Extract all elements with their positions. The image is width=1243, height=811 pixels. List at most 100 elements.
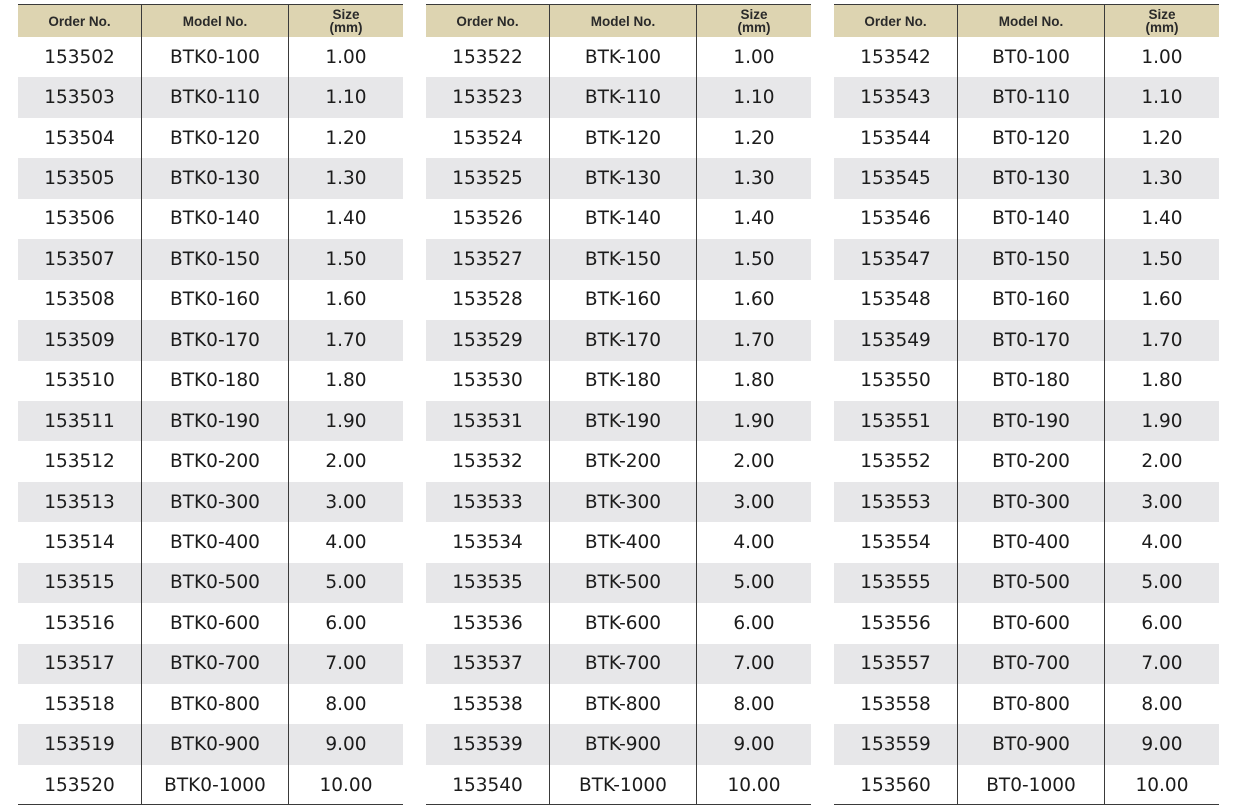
table-header: Order No. Model No. Size (mm) (18, 4, 403, 37)
order-number: 153555 (860, 572, 931, 594)
model-number: BT0-500 (957, 562, 1104, 604)
table-row: 153524 BTK-120 1.20 (426, 117, 811, 159)
table-row: 153558 BT0-800 8.00 (834, 684, 1219, 725)
model-number: BTK0-900 (141, 724, 288, 765)
order-number: 153509 (44, 329, 115, 351)
model-number: BT0-300 (957, 481, 1104, 523)
table-row: 153547 BT0-150 1.50 (834, 239, 1219, 280)
order-number: 153507 (44, 248, 115, 270)
model-number: BTK0-120 (141, 117, 288, 159)
model-number: BTK-1000 (549, 764, 696, 806)
table-row: 153543 BT0-110 1.10 (834, 77, 1219, 118)
table-row: 153512 BTK0-200 2.00 (18, 441, 403, 482)
header-size: Size (mm) (696, 5, 811, 37)
table-row: 153540 BTK-1000 10.00 (426, 764, 811, 806)
order-number: 153548 (860, 289, 931, 311)
model-number: BTK-400 (549, 522, 696, 563)
order-number: 153560 (860, 774, 931, 796)
model-number: BTK-150 (549, 239, 696, 280)
model-number: BTK-100 (549, 37, 696, 78)
table-row: 153533 BTK-300 3.00 (426, 481, 811, 523)
order-number: 153533 (452, 491, 523, 513)
size-value: 1.40 (288, 198, 403, 240)
table-row: 153539 BTK-900 9.00 (426, 724, 811, 765)
table-row: 153557 BT0-700 7.00 (834, 643, 1219, 684)
order-number: 153525 (452, 168, 523, 190)
model-number: BT0-200 (957, 441, 1104, 482)
model-number: BTK0-500 (141, 562, 288, 604)
size-value: 1.20 (696, 117, 811, 159)
table-row: 153532 BTK-200 2.00 (426, 441, 811, 482)
size-value: 1.20 (288, 117, 403, 159)
table-row: 153510 BTK0-180 1.80 (18, 360, 403, 401)
model-number: BTK-130 (549, 158, 696, 199)
table-row: 153537 BTK-700 7.00 (426, 643, 811, 684)
order-number: 153524 (452, 127, 523, 149)
size-value: 1.10 (696, 77, 811, 118)
size-value: 10.00 (1104, 764, 1219, 806)
header-size: Size (mm) (1104, 5, 1219, 37)
order-number: 153547 (860, 248, 931, 270)
header-size-unit: (mm) (737, 20, 771, 35)
table-row: 153545 BT0-130 1.30 (834, 158, 1219, 199)
table-row: 153530 BTK-180 1.80 (426, 360, 811, 401)
table-row: 153504 BTK0-120 1.20 (18, 117, 403, 159)
table-row: 153515 BTK0-500 5.00 (18, 562, 403, 604)
table-bottom-rule (426, 804, 811, 805)
table-row: 153513 BTK0-300 3.00 (18, 481, 403, 523)
order-number: 153508 (44, 289, 115, 311)
table-row: 153542 BT0-100 1.00 (834, 37, 1219, 78)
model-number: BTK0-150 (141, 239, 288, 280)
size-value: 1.50 (1104, 239, 1219, 280)
order-number: 153530 (452, 370, 523, 392)
size-value: 1.30 (288, 158, 403, 199)
size-value: 3.00 (1104, 481, 1219, 523)
model-number: BTK-200 (549, 441, 696, 482)
order-number: 153520 (44, 774, 115, 796)
table-row: 153534 BTK-400 4.00 (426, 522, 811, 563)
order-number: 153510 (44, 370, 115, 392)
model-number: BT0-800 (957, 684, 1104, 725)
size-value: 1.50 (696, 239, 811, 280)
order-number: 153557 (860, 653, 931, 675)
size-value: 6.00 (696, 603, 811, 644)
size-value: 3.00 (288, 481, 403, 523)
model-number: BTK-180 (549, 360, 696, 401)
model-number: BTK0-700 (141, 643, 288, 684)
table-row: 153556 BT0-600 6.00 (834, 603, 1219, 644)
header-size-unit: (mm) (1145, 20, 1179, 35)
model-number: BT0-900 (957, 724, 1104, 765)
table-row: 153529 BTK-170 1.70 (426, 320, 811, 361)
size-value: 1.90 (288, 400, 403, 442)
model-number: BTK-800 (549, 684, 696, 725)
size-value: 4.00 (288, 522, 403, 563)
model-number: BT0-190 (957, 400, 1104, 442)
size-value: 1.80 (1104, 360, 1219, 401)
order-number: 153503 (44, 87, 115, 109)
header-size: Size (mm) (288, 5, 403, 37)
size-value: 1.00 (1104, 37, 1219, 78)
model-number: BT0-140 (957, 198, 1104, 240)
table-row: 153538 BTK-800 8.00 (426, 684, 811, 725)
table-row: 153553 BT0-300 3.00 (834, 481, 1219, 523)
model-number: BT0-600 (957, 603, 1104, 644)
size-value: 2.00 (696, 441, 811, 482)
table-row: 153546 BT0-140 1.40 (834, 198, 1219, 240)
order-number: 153518 (44, 693, 115, 715)
order-number: 153504 (44, 127, 115, 149)
size-value: 1.90 (1104, 400, 1219, 442)
order-number: 153552 (860, 451, 931, 473)
model-number: BTK0-1000 (141, 764, 288, 806)
order-number: 153554 (860, 531, 931, 553)
size-value: 1.10 (288, 77, 403, 118)
table-row: 153528 BTK-160 1.60 (426, 279, 811, 321)
model-number: BTK-120 (549, 117, 696, 159)
size-value: 7.00 (696, 643, 811, 684)
order-number: 153522 (452, 46, 523, 68)
table-row: 153511 BTK0-190 1.90 (18, 400, 403, 442)
size-value: 1.00 (696, 37, 811, 78)
model-number: BT0-170 (957, 320, 1104, 361)
model-number: BTK-600 (549, 603, 696, 644)
order-number: 153528 (452, 289, 523, 311)
table-row: 153552 BT0-200 2.00 (834, 441, 1219, 482)
